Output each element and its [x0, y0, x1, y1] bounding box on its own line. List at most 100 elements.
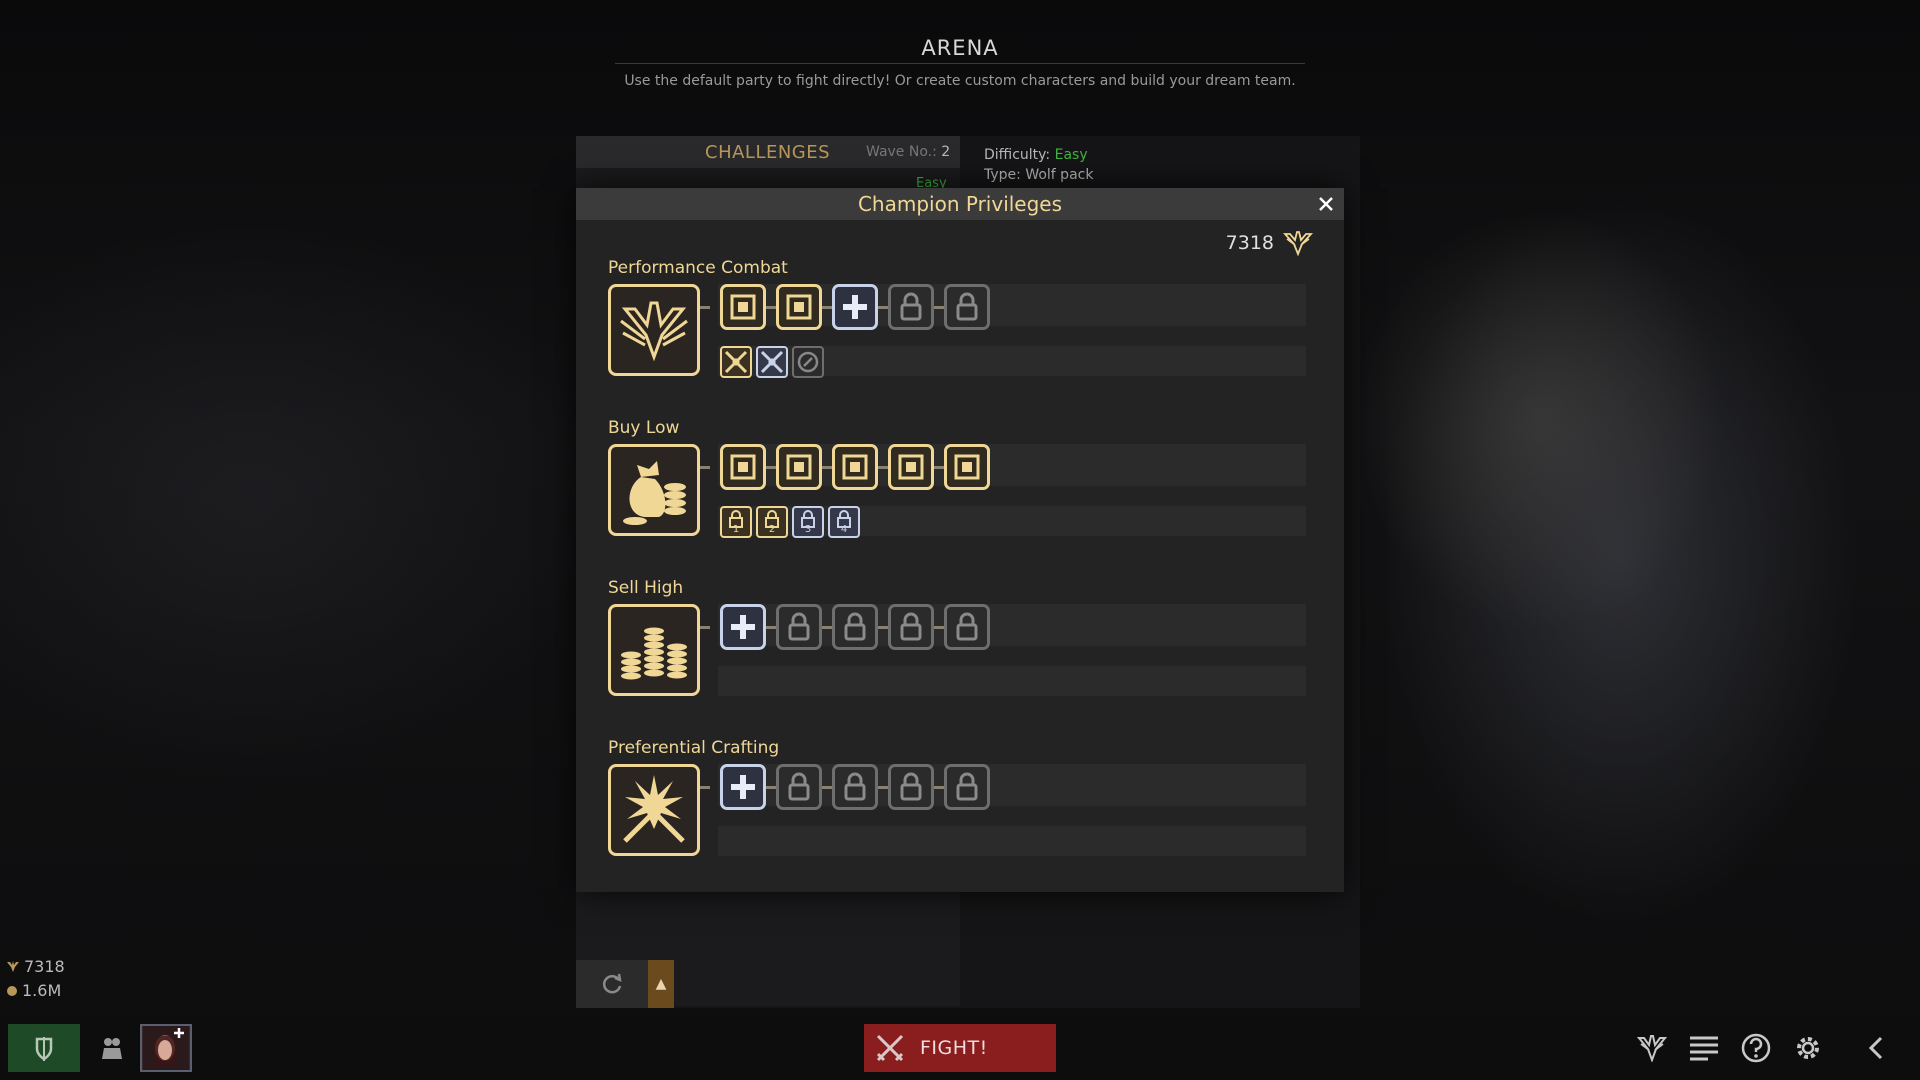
refresh-icon [602, 973, 622, 994]
party-icon [102, 1038, 122, 1059]
privilege-node-unlocked[interactable] [776, 444, 822, 490]
points-display: 7318 [1226, 230, 1314, 256]
gold-value: 1.6M [22, 981, 62, 1000]
node-connector [766, 626, 776, 629]
privilege-node-unlocked[interactable] [720, 444, 766, 490]
close-icon [1319, 197, 1333, 211]
bonus-lock-4[interactable]: 4 [828, 506, 860, 538]
type-label: Type: [984, 167, 1021, 183]
privilege-node-locked[interactable] [944, 764, 990, 810]
settings-button[interactable] [1788, 1024, 1828, 1072]
back-button[interactable] [1856, 1024, 1896, 1072]
privilege-node-locked[interactable] [888, 284, 934, 330]
node-connector [878, 466, 888, 469]
node-connector [700, 306, 710, 309]
section-title-buy-low: Buy Low [608, 418, 680, 438]
crossed-swords-icon [760, 350, 784, 374]
padlock-icon [844, 612, 866, 641]
rune-square-icon [786, 454, 812, 480]
bonus-lock-2[interactable]: 2 [756, 506, 788, 538]
triangle-up-icon: ▲ [655, 976, 667, 992]
privilege-node-available[interactable] [832, 284, 878, 330]
bonus-lock-3[interactable]: 3 [792, 506, 824, 538]
privilege-node-locked[interactable] [832, 764, 878, 810]
privilege-node-unlocked[interactable] [888, 444, 934, 490]
privilege-node-locked[interactable] [944, 604, 990, 650]
bonus-lock-label: 1 [732, 524, 740, 535]
coin-stacks-icon [608, 604, 700, 696]
bonus-lock-1[interactable]: 1 [720, 506, 752, 538]
champion-wings-icon [1282, 231, 1314, 256]
modal-title: Champion Privileges [857, 192, 1063, 216]
node-connector [766, 306, 776, 309]
character-portrait-icon [143, 1026, 189, 1070]
privilege-node-locked[interactable] [888, 604, 934, 650]
privilege-node-available[interactable] [720, 604, 766, 650]
party-button[interactable] [90, 1024, 134, 1072]
crossed-swords-icon [876, 1034, 904, 1062]
log-button[interactable] [1684, 1024, 1724, 1072]
privilege-node-locked[interactable] [776, 604, 822, 650]
privilege-node-unlocked[interactable] [720, 284, 766, 330]
node-connector [766, 466, 776, 469]
padlock-icon [788, 772, 810, 801]
champion-points-value: 7318 [24, 957, 65, 976]
rune-square-icon [954, 454, 980, 480]
champion-wings-icon [1636, 1035, 1668, 1062]
gold-coin-icon [7, 985, 17, 996]
refresh-button[interactable] [576, 960, 648, 1008]
node-connector [934, 306, 944, 309]
node-connector [934, 626, 944, 629]
fight-label: FIGHT! [920, 1037, 988, 1059]
rune-square-icon [786, 294, 812, 320]
character-portrait-button[interactable] [140, 1024, 192, 1072]
difficulty-label: Difficulty: [984, 147, 1051, 163]
section-title-preferential-crafting: Preferential Crafting [608, 738, 780, 758]
gear-icon [1797, 1037, 1819, 1059]
privilege-node-locked[interactable] [776, 764, 822, 810]
page-subtitle: Use the default party to fight directly!… [624, 73, 1296, 89]
node-connector [700, 786, 710, 789]
privilege-node-unlocked[interactable] [832, 444, 878, 490]
node-connector [822, 306, 832, 309]
plus-icon [843, 295, 867, 319]
privilege-node-unlocked[interactable] [944, 444, 990, 490]
padlock-icon [900, 772, 922, 801]
privilege-node-unlocked[interactable] [776, 284, 822, 330]
arena-mode-button[interactable] [8, 1024, 80, 1072]
bonus-crossed-swords[interactable] [720, 346, 752, 378]
chevron-left-icon [1868, 1036, 1883, 1060]
expand-up-button[interactable]: ▲ [648, 960, 674, 1008]
padlock-icon [956, 292, 978, 321]
plus-icon [731, 615, 755, 639]
sell-high-bonus-track [718, 666, 1306, 696]
champion-privileges-button[interactable] [1632, 1024, 1672, 1072]
wave-value: 2 [941, 144, 951, 160]
champion-privileges-modal: Champion Privileges 7318 Performance Com… [576, 188, 1344, 892]
privilege-node-available[interactable] [720, 764, 766, 810]
node-connector [822, 786, 832, 789]
rune-square-icon [730, 454, 756, 480]
privilege-node-locked[interactable] [944, 284, 990, 330]
padlock-icon [900, 292, 922, 321]
plus-icon [731, 775, 755, 799]
privilege-node-locked[interactable] [888, 764, 934, 810]
privilege-node-locked[interactable] [832, 604, 878, 650]
bonus-cycle[interactable] [792, 346, 824, 378]
cycle-icon [797, 351, 819, 373]
node-connector [822, 626, 832, 629]
close-button[interactable] [1314, 192, 1338, 216]
padlock-icon [956, 612, 978, 641]
node-connector [878, 786, 888, 789]
node-connector [700, 626, 710, 629]
fight-button[interactable]: FIGHT! [864, 1024, 1056, 1072]
bonus-crossed-swords[interactable] [756, 346, 788, 378]
winged-emblem-icon [608, 284, 700, 376]
crafting-star-icon [608, 764, 700, 856]
difficulty-value: Easy [1054, 147, 1088, 163]
help-button[interactable] [1736, 1024, 1776, 1072]
title-divider [615, 63, 1305, 64]
page-title: ARENA [921, 36, 999, 60]
preferential-crafting-bonus-track [718, 826, 1306, 856]
rune-square-icon [898, 454, 924, 480]
